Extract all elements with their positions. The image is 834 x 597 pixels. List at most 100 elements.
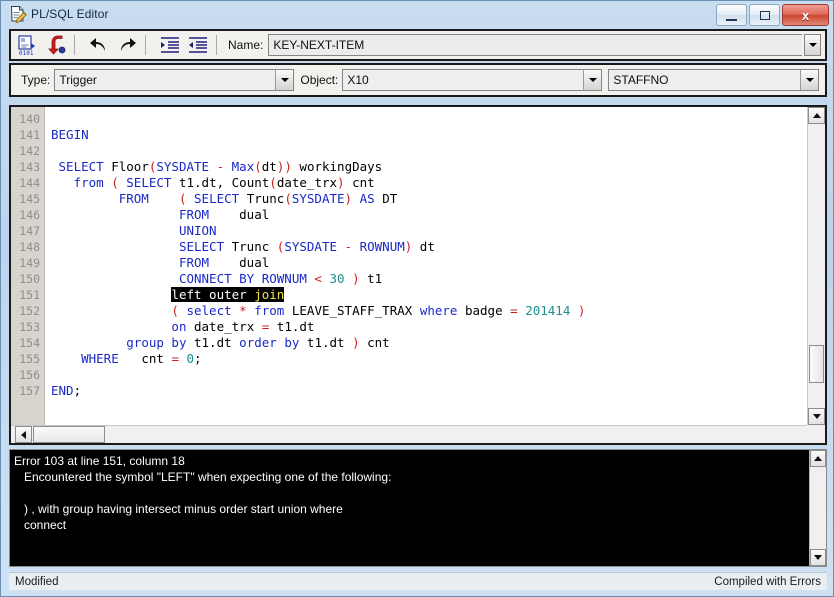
name-input[interactable]: KEY-NEXT-ITEM (268, 34, 802, 56)
window-controls: x (716, 4, 829, 26)
object-select[interactable]: X10 (342, 69, 602, 91)
status-right: Compiled with Errors (714, 576, 821, 588)
compile-icon[interactable]: 0101 (17, 34, 39, 56)
code-line[interactable] (51, 111, 807, 127)
object-label: Object: (300, 73, 338, 87)
line-number: 143 (11, 159, 44, 175)
code-line[interactable] (51, 367, 807, 383)
line-number: 157 (11, 383, 44, 399)
line-number: 150 (11, 271, 44, 287)
object-dropdown-button[interactable] (583, 70, 601, 90)
close-button[interactable]: x (782, 4, 829, 26)
undo-icon[interactable] (88, 34, 110, 56)
chevron-up-icon (813, 113, 821, 118)
title-bar: PL/SQL Editor x (1, 1, 833, 27)
scroll-up-button[interactable] (808, 107, 825, 124)
scroll-down-button[interactable] (808, 408, 825, 425)
item-value: STAFFNO (609, 70, 800, 90)
line-number: 151 (11, 287, 44, 303)
execute-icon[interactable] (45, 34, 67, 56)
code-line[interactable]: SELECT Trunc (SYSDATE - ROWNUM) dt (51, 239, 807, 255)
horizontal-scroll-thumb[interactable] (33, 426, 105, 443)
error-output-panel: Error 103 at line 151, column 18 Encount… (9, 449, 827, 567)
line-number: 145 (11, 191, 44, 207)
code-line[interactable]: FROM ( SELECT Trunc(SYSDATE) AS DT (51, 191, 807, 207)
editor-horizontal-scrollbar[interactable] (11, 425, 807, 443)
line-number-gutter: 1401411421431441451461471481491501511521… (11, 107, 45, 443)
type-dropdown-button[interactable] (275, 70, 293, 90)
code-line[interactable]: from ( SELECT t1.dt, Count(date_trx) cnt (51, 175, 807, 191)
type-select[interactable]: Trigger (54, 69, 294, 91)
code-line[interactable]: group by t1.dt order by t1.dt ) cnt (51, 335, 807, 351)
line-number: 153 (11, 319, 44, 335)
chevron-down-icon (809, 43, 817, 47)
line-number: 156 (11, 367, 44, 383)
line-number: 141 (11, 127, 44, 143)
code-line[interactable]: SELECT Floor(SYSDATE - Max(dt)) workingD… (51, 159, 807, 175)
line-number: 154 (11, 335, 44, 351)
editor-vertical-scrollbar[interactable] (807, 107, 825, 425)
minimize-icon (726, 14, 737, 21)
code-area[interactable]: 1401411421431441451461471481491501511521… (11, 107, 807, 443)
toolbar-separator (145, 35, 146, 55)
code-line[interactable]: on date_trx = t1.dt (51, 319, 807, 335)
plsql-editor-window: PL/SQL Editor x 0101 (0, 0, 834, 597)
line-number: 152 (11, 303, 44, 319)
chevron-down-icon (814, 555, 822, 560)
code-line[interactable]: WHERE cnt = 0; (51, 351, 807, 367)
maximize-icon (760, 11, 770, 20)
toolbar-separator (216, 35, 217, 55)
scrollbar-corner (807, 425, 825, 443)
error-scroll-up-button[interactable] (810, 450, 826, 467)
window-title: PL/SQL Editor (31, 7, 109, 21)
toolbar: 0101 Name: KEY-NEXT-ITEM (9, 29, 827, 61)
status-left: Modified (15, 576, 58, 588)
line-number: 147 (11, 223, 44, 239)
code-line[interactable]: FROM dual (51, 255, 807, 271)
line-number: 149 (11, 255, 44, 271)
type-label: Type: (21, 73, 50, 87)
line-number: 142 (11, 143, 44, 159)
line-number: 155 (11, 351, 44, 367)
chevron-down-icon (589, 78, 597, 82)
error-vertical-scrollbar[interactable] (809, 450, 826, 566)
selected-text[interactable]: left outer join (171, 287, 284, 302)
chevron-down-icon (806, 78, 814, 82)
vertical-scroll-thumb[interactable] (809, 345, 824, 383)
code-text[interactable]: BEGIN SELECT Floor(SYSDATE - Max(dt)) wo… (45, 107, 807, 443)
minimize-button[interactable] (716, 4, 747, 26)
code-line[interactable]: BEGIN (51, 127, 807, 143)
chevron-down-icon (813, 414, 821, 419)
code-line[interactable]: ( select * from LEAVE_STAFF_TRAX where b… (51, 303, 807, 319)
outdent-icon[interactable] (187, 34, 209, 56)
code-line[interactable]: FROM dual (51, 207, 807, 223)
selector-bar: Type: Trigger Object: X10 STAFFNO (9, 63, 827, 97)
indent-icon[interactable] (159, 34, 181, 56)
chevron-left-icon (21, 431, 26, 439)
line-number: 148 (11, 239, 44, 255)
code-editor: 1401411421431441451461471481491501511521… (9, 105, 827, 445)
close-icon: x (802, 9, 809, 22)
code-line[interactable] (51, 143, 807, 159)
maximize-button[interactable] (749, 4, 780, 26)
status-bar: Modified Compiled with Errors (9, 572, 827, 590)
name-dropdown-button[interactable] (804, 34, 821, 56)
object-value: X10 (343, 70, 583, 90)
item-dropdown-button[interactable] (800, 70, 818, 90)
code-line[interactable]: CONNECT BY ROWNUM < 30 ) t1 (51, 271, 807, 287)
chevron-up-icon (814, 456, 822, 461)
line-number: 146 (11, 207, 44, 223)
svg-text:0101: 0101 (19, 50, 34, 56)
line-number: 144 (11, 175, 44, 191)
error-scroll-down-button[interactable] (810, 549, 826, 566)
code-line[interactable]: UNION (51, 223, 807, 239)
chevron-down-icon (281, 78, 289, 82)
scroll-left-button[interactable] (15, 426, 32, 443)
redo-icon[interactable] (116, 34, 138, 56)
name-label: Name: (228, 38, 263, 52)
item-select[interactable]: STAFFNO (608, 69, 819, 91)
document-pencil-icon (9, 5, 27, 23)
code-line[interactable]: left outer join (51, 287, 807, 303)
line-number: 140 (11, 111, 44, 127)
code-line[interactable]: END; (51, 383, 807, 399)
